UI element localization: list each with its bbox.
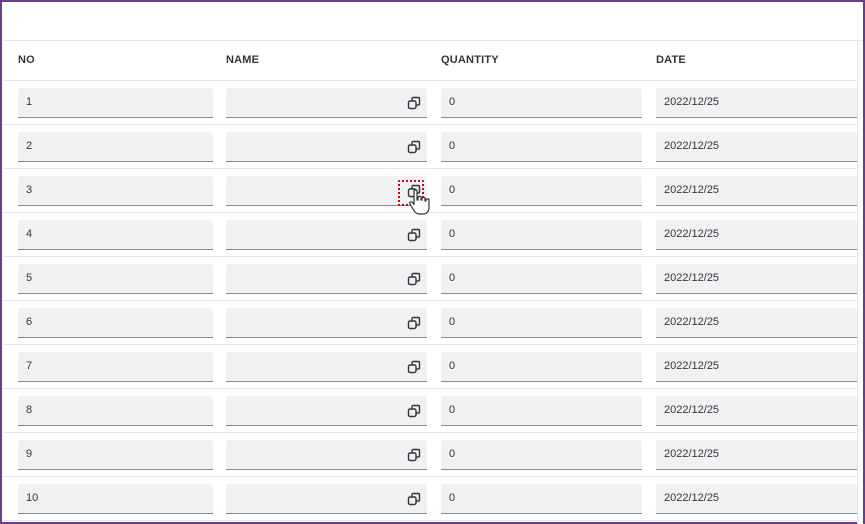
name-field[interactable]	[226, 396, 427, 426]
quantity-field[interactable]: 0	[441, 264, 642, 294]
name-field[interactable]	[226, 132, 427, 162]
column-header-date: DATE	[656, 54, 686, 66]
hand-pointer-cursor-icon	[408, 188, 434, 218]
no-field[interactable]: 10	[18, 484, 213, 514]
table-row: 5 0 2022/12/25	[4, 257, 858, 301]
quantity-field[interactable]: 0	[441, 220, 642, 250]
table-row: 10 0 2022/12/25	[4, 477, 858, 521]
name-field[interactable]	[226, 484, 427, 514]
quantity-field[interactable]: 0	[441, 308, 642, 338]
column-header-no: NO	[18, 54, 35, 66]
name-field[interactable]	[226, 308, 427, 338]
value-help-icon[interactable]	[407, 96, 421, 110]
no-field[interactable]: 9	[18, 440, 213, 470]
date-field[interactable]: 2022/12/25	[656, 308, 858, 338]
table-row: 1 0 2022/12/25	[4, 81, 858, 125]
value-help-icon[interactable]	[407, 448, 421, 462]
date-field[interactable]: 2022/12/25	[656, 396, 858, 426]
vertical-scrollbar[interactable]	[857, 41, 863, 524]
value-help-icon[interactable]	[407, 272, 421, 286]
name-field[interactable]	[226, 352, 427, 382]
quantity-field[interactable]: 0	[441, 440, 642, 470]
no-field[interactable]: 1	[18, 88, 213, 118]
table-row: 7 0 2022/12/25	[4, 345, 858, 389]
no-field[interactable]: 4	[18, 220, 213, 250]
table-row: 2 0 2022/12/25	[4, 125, 858, 169]
value-help-icon[interactable]	[407, 492, 421, 506]
name-field[interactable]	[226, 264, 427, 294]
value-help-icon[interactable]	[407, 228, 421, 242]
date-field[interactable]: 2022/12/25	[656, 176, 858, 206]
date-field[interactable]: 2022/12/25	[656, 484, 858, 514]
no-field[interactable]: 5	[18, 264, 213, 294]
date-field[interactable]: 2022/12/25	[656, 440, 858, 470]
value-help-icon[interactable]	[407, 140, 421, 154]
name-field[interactable]	[226, 440, 427, 470]
table-row: 8 0 2022/12/25	[4, 389, 858, 433]
name-field[interactable]	[226, 176, 427, 206]
value-help-icon[interactable]	[407, 404, 421, 418]
quantity-field[interactable]: 0	[441, 132, 642, 162]
date-field[interactable]: 2022/12/25	[656, 352, 858, 382]
date-field[interactable]: 2022/12/25	[656, 220, 858, 250]
window-frame: NO NAME QUANTITY DATE 1 0 2022/12/25 2 0 2022…	[0, 0, 865, 524]
column-header-name: NAME	[226, 54, 260, 66]
date-field[interactable]: 2022/12/25	[656, 88, 858, 118]
date-field[interactable]: 2022/12/25	[656, 132, 858, 162]
value-help-icon[interactable]	[407, 316, 421, 330]
quantity-field[interactable]: 0	[441, 88, 642, 118]
value-help-icon[interactable]	[407, 360, 421, 374]
no-field[interactable]: 7	[18, 352, 213, 382]
table-row: 9 0 2022/12/25	[4, 433, 858, 477]
quantity-field[interactable]: 0	[441, 352, 642, 382]
no-field[interactable]: 8	[18, 396, 213, 426]
data-table: NO NAME QUANTITY DATE 1 0 2022/12/25 2 0 2022…	[4, 40, 863, 524]
name-field[interactable]	[226, 88, 427, 118]
quantity-field[interactable]: 0	[441, 396, 642, 426]
no-field[interactable]: 3	[18, 176, 213, 206]
no-field[interactable]: 2	[18, 132, 213, 162]
table-header-row: NO NAME QUANTITY DATE	[4, 41, 857, 81]
table-row: 6 0 2022/12/25	[4, 301, 858, 345]
quantity-field[interactable]: 0	[441, 176, 642, 206]
name-field[interactable]	[226, 220, 427, 250]
table-row: 4 0 2022/12/25	[4, 213, 858, 257]
no-field[interactable]: 6	[18, 308, 213, 338]
column-header-quantity: QUANTITY	[441, 54, 499, 66]
table-toolbar	[4, 4, 863, 40]
date-field[interactable]: 2022/12/25	[656, 264, 858, 294]
quantity-field[interactable]: 0	[441, 484, 642, 514]
